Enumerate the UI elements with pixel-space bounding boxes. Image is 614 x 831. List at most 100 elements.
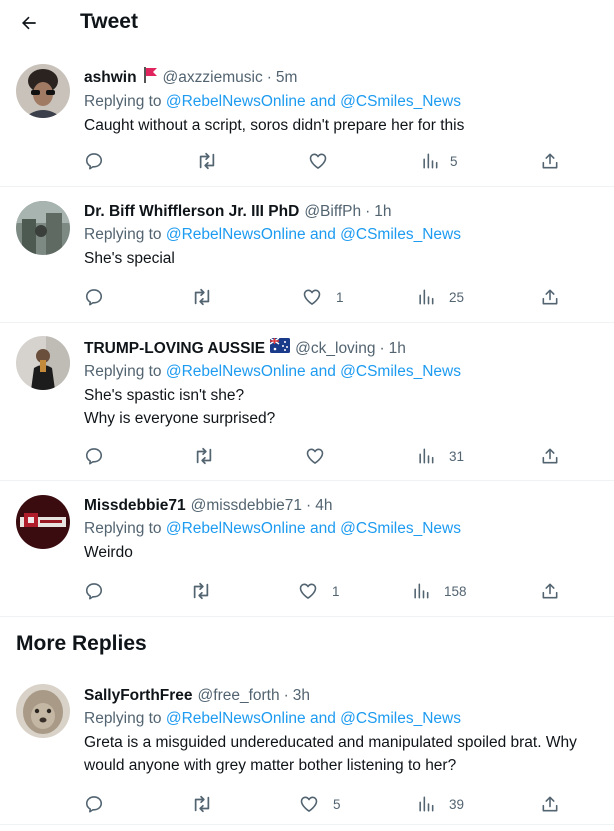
- avatar[interactable]: [16, 201, 70, 255]
- mention-link[interactable]: @CSmiles_News: [340, 93, 461, 110]
- reply-tweet[interactable]: Dr. Biff Whifflerson Jr. III PhD @BiffPh…: [0, 187, 614, 323]
- tweet-text-line: Caught without a script, soros didn't pr…: [84, 117, 465, 134]
- share-button[interactable]: [540, 446, 560, 466]
- reply-button[interactable]: [84, 446, 104, 466]
- replying-to: Replying to @RebelNewsOnline and @CSmile…: [84, 363, 461, 380]
- separator-dot: ·: [379, 339, 385, 357]
- mention-link[interactable]: @CSmiles_News: [340, 226, 461, 243]
- mention-link[interactable]: @CSmiles_News: [340, 363, 461, 380]
- timestamp[interactable]: 1h: [389, 339, 406, 359]
- tweet-text-line: She's spastic isn't she?: [84, 387, 245, 404]
- bar-chart-icon: [419, 448, 434, 464]
- tweet-text: Weirdo: [84, 543, 614, 563]
- tweet-text-line: She's special: [84, 250, 175, 267]
- avatar[interactable]: [16, 495, 70, 549]
- timestamp[interactable]: 3h: [293, 686, 310, 706]
- share-button[interactable]: [540, 581, 560, 601]
- separator-dot: ·: [306, 497, 312, 514]
- heart-icon: [303, 289, 321, 305]
- mention-link[interactable]: @RebelNewsOnline: [166, 93, 306, 110]
- timestamp[interactable]: 5m: [276, 68, 298, 88]
- retweet-button[interactable]: [193, 446, 215, 466]
- share-icon: [542, 289, 558, 305]
- mention-link[interactable]: @RebelNewsOnline: [166, 363, 306, 380]
- australia-flag-icon: [269, 337, 291, 359]
- views-button[interactable]: 25: [416, 287, 464, 307]
- replying-to: Replying to @RebelNewsOnline and @CSmile…: [84, 226, 461, 243]
- like-count: 5: [333, 796, 341, 812]
- like-button[interactable]: [305, 446, 325, 466]
- retweet-button[interactable]: [190, 581, 212, 601]
- like-count: 1: [332, 583, 340, 599]
- mention-link[interactable]: @RebelNewsOnline: [166, 710, 306, 727]
- like-button[interactable]: 1: [302, 287, 344, 307]
- reply-tweet[interactable]: Missdebbie71 @missdebbie71 · 4h Replying…: [0, 481, 614, 617]
- more-replies-heading: More Replies: [16, 632, 147, 655]
- views-button[interactable]: 39: [416, 794, 464, 814]
- bar-chart-icon: [423, 153, 438, 169]
- share-icon: [542, 153, 558, 169]
- reply-button[interactable]: [84, 287, 104, 307]
- display-name[interactable]: TRUMP-LOVING AUSSIE: [84, 339, 265, 359]
- mention-link[interactable]: @CSmiles_News: [340, 710, 461, 727]
- mention-link[interactable]: @RebelNewsOnline: [166, 226, 306, 243]
- like-count: 1: [336, 289, 344, 305]
- reply-tweet[interactable]: ashwin @axzziemusic · 5m Replying to @Re…: [0, 52, 614, 187]
- views-button[interactable]: 31: [416, 446, 464, 466]
- reply-tweet[interactable]: SallyForthFree @free_forth · 3h Replying…: [0, 671, 614, 825]
- heart-icon: [306, 448, 324, 464]
- retweet-button[interactable]: [191, 287, 213, 307]
- mention-and: and: [309, 520, 336, 537]
- timestamp[interactable]: 4h: [315, 496, 332, 516]
- user-handle[interactable]: @ck_loving: [295, 339, 375, 359]
- user-handle[interactable]: @axzziemusic: [163, 68, 263, 88]
- display-name[interactable]: SallyForthFree: [84, 686, 193, 706]
- share-button[interactable]: [540, 151, 560, 171]
- reply-button[interactable]: [84, 151, 104, 171]
- display-name[interactable]: Missdebbie71: [84, 496, 186, 516]
- separator-dot: ·: [365, 203, 371, 220]
- retweet-icon: [194, 795, 210, 813]
- like-button[interactable]: 5: [299, 794, 341, 814]
- separator-dot: ·: [266, 68, 272, 86]
- retweet-button[interactable]: [191, 794, 213, 814]
- reply-button[interactable]: [84, 581, 104, 601]
- reply-icon: [85, 583, 103, 600]
- mention-and: and: [309, 226, 336, 243]
- tweet-text-line: Weirdo: [84, 544, 133, 561]
- back-button[interactable]: [14, 9, 44, 37]
- views-button[interactable]: 5: [420, 151, 458, 171]
- display-name[interactable]: ashwin: [84, 68, 137, 88]
- user-handle[interactable]: @missdebbie71: [191, 496, 302, 516]
- user-handle[interactable]: @BiffPh: [304, 202, 361, 222]
- timestamp[interactable]: 1h: [374, 202, 391, 222]
- reply-tweet[interactable]: TRUMP-LOVING AUSSIE @ck_loving · 1h Repl…: [0, 323, 614, 481]
- replying-to: Replying to @RebelNewsOnline and @CSmile…: [84, 710, 461, 727]
- mention-link[interactable]: @CSmiles_News: [340, 520, 461, 537]
- display-name[interactable]: Dr. Biff Whifflerson Jr. III PhD: [84, 202, 299, 222]
- retweet-icon: [194, 288, 210, 306]
- like-button[interactable]: [308, 151, 328, 171]
- avatar[interactable]: [16, 684, 70, 738]
- tweet-text: Greta is a misguided undereducated and m…: [84, 733, 614, 776]
- top-bar: Tweet: [0, 0, 614, 46]
- bar-chart-icon: [419, 289, 434, 305]
- reply-icon: [85, 289, 103, 306]
- share-button[interactable]: [540, 287, 560, 307]
- avatar[interactable]: [16, 64, 70, 118]
- like-button[interactable]: 1: [298, 581, 340, 601]
- red-flag-icon: [142, 66, 158, 89]
- share-button[interactable]: [540, 794, 560, 814]
- bar-chart-icon: [414, 583, 429, 599]
- mention-link[interactable]: @RebelNewsOnline: [166, 520, 306, 537]
- user-handle[interactable]: @free_forth: [198, 686, 280, 706]
- reply-button[interactable]: [84, 794, 104, 814]
- avatar[interactable]: [16, 336, 70, 390]
- tweet-text-line: would anyone with grey matter bother lis…: [84, 757, 457, 774]
- tweet-text: She's special: [84, 249, 614, 269]
- views-button[interactable]: 158: [411, 581, 467, 601]
- bar-chart-icon: [419, 796, 434, 812]
- tweet-text: She's spastic isn't she? Why is everyone…: [84, 386, 614, 429]
- retweet-button[interactable]: [196, 151, 218, 171]
- view-count: 31: [449, 448, 465, 464]
